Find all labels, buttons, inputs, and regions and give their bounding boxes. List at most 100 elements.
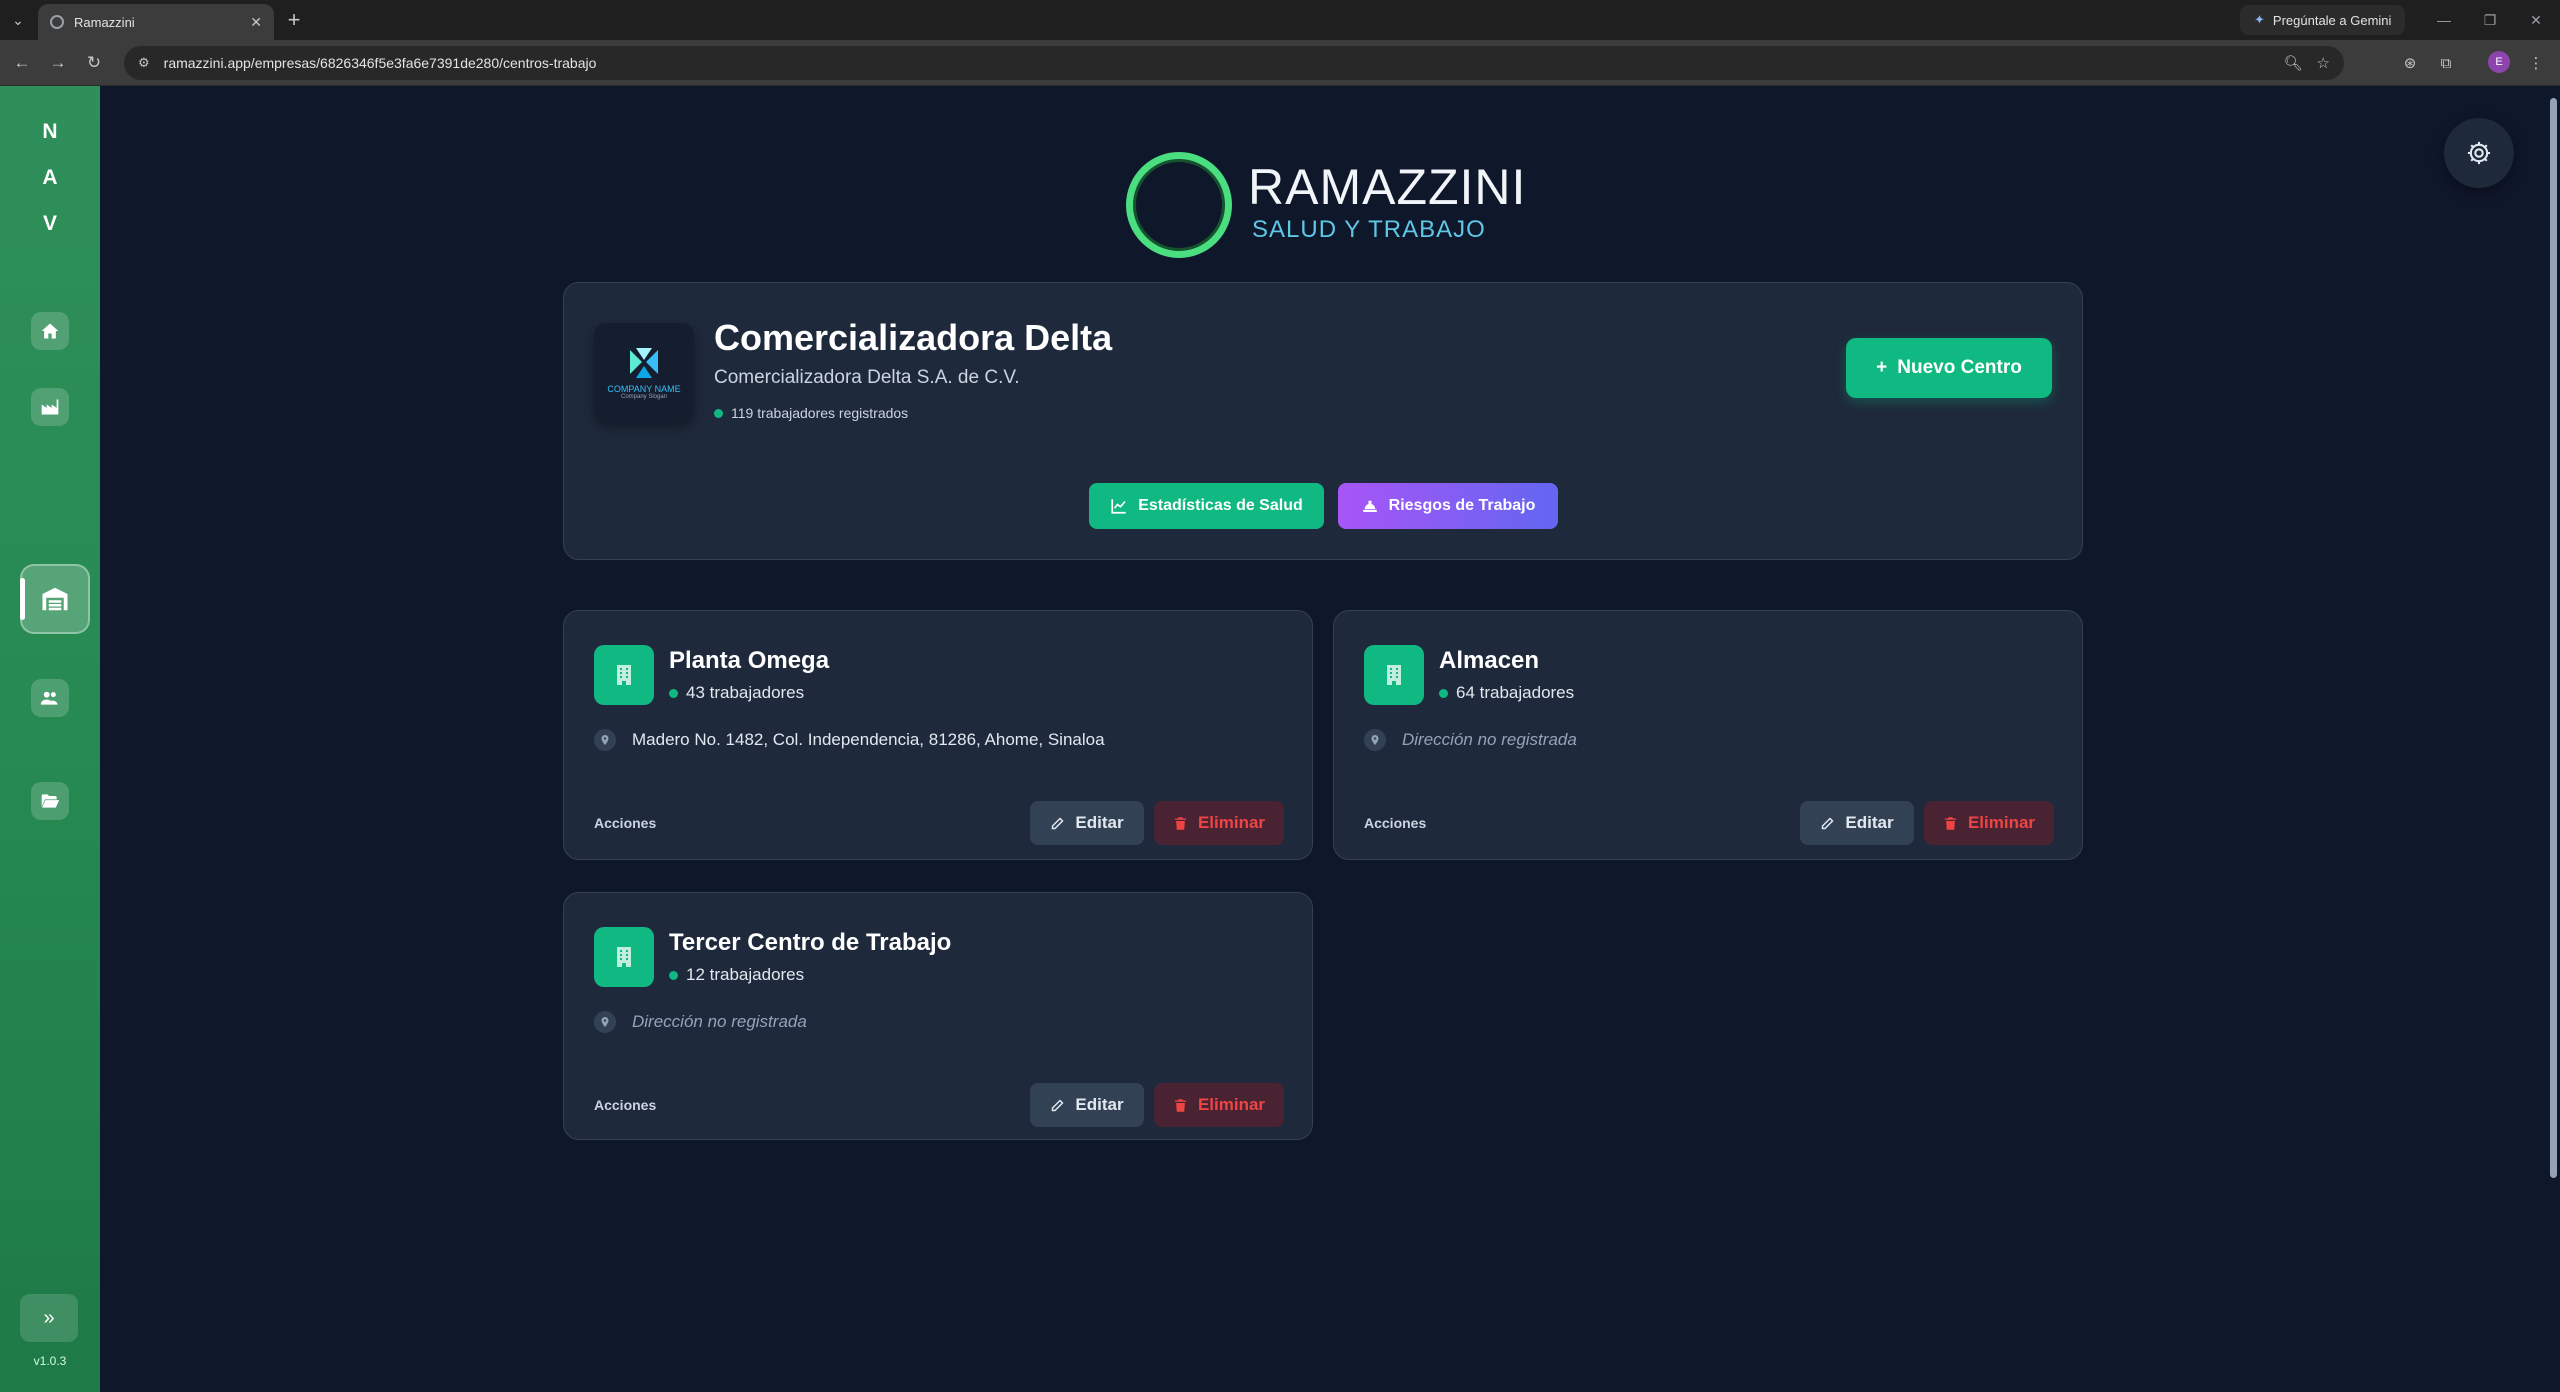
building-icon: [1387, 665, 1401, 685]
sidebar-expand-button[interactable]: »: [20, 1294, 78, 1342]
center-workers-text: 64 trabajadores: [1456, 683, 1575, 702]
center-address: Madero No. 1482, Col. Independencia, 812…: [594, 729, 1105, 751]
delete-button[interactable]: Eliminar: [1154, 1083, 1284, 1127]
address-bar[interactable]: ⚙ ramazzini.app/empresas/6826346f5e3fa6e…: [124, 46, 2344, 80]
close-window-icon[interactable]: ✕: [2518, 6, 2554, 34]
scrollbar-thumb[interactable]: [2550, 98, 2557, 1178]
delete-button[interactable]: Eliminar: [1924, 801, 2054, 845]
back-icon[interactable]: ←: [8, 49, 36, 77]
forward-icon[interactable]: →: [44, 49, 72, 77]
browser-tab[interactable]: Ramazzini ✕: [38, 4, 274, 40]
restore-icon[interactable]: ❐: [2472, 6, 2508, 34]
company-logo-slogan: Company Slogan: [620, 394, 668, 400]
edit-icon: [1052, 816, 1064, 829]
center-address: Dirección no registrada: [594, 1011, 807, 1033]
center-name: Planta Omega: [669, 647, 830, 674]
new-tab-button[interactable]: +: [280, 6, 308, 34]
map-pin-icon: [594, 1011, 616, 1033]
zoom-icon[interactable]: 🔍︎: [2284, 54, 2303, 72]
edit-label: Editar: [1075, 1095, 1124, 1114]
tab-close-icon[interactable]: ✕: [250, 14, 262, 31]
building-icon: [617, 947, 631, 967]
map-pin-icon: [594, 729, 616, 751]
work-risks-button[interactable]: Riesgos de Trabajo: [1338, 483, 1558, 529]
edit-label: Editar: [1075, 813, 1124, 832]
status-dot: [714, 408, 723, 418]
actions-label: Acciones: [1364, 815, 1427, 831]
warehouse-icon: [42, 587, 68, 611]
edit-icon: [1822, 816, 1834, 829]
gemini-button[interactable]: ✦ Pregúntale a Gemini: [2240, 5, 2406, 35]
edit-button[interactable]: Editar: [1030, 1083, 1144, 1127]
company-legal-name: Comercializadora Delta S.A. de C.V.: [714, 367, 1020, 388]
gemini-sparkle-icon: ✦: [2254, 12, 2265, 27]
status-dot: [669, 970, 678, 980]
browser-menu-icon[interactable]: ⋮: [2524, 51, 2548, 75]
delete-label: Eliminar: [1197, 813, 1266, 832]
sidebar-item-centros-trabajo[interactable]: [20, 564, 90, 634]
edit-button[interactable]: Editar: [1800, 801, 1914, 845]
industry-icon: [41, 399, 59, 415]
settings-button[interactable]: [2444, 118, 2514, 188]
sidebar-item-home[interactable]: [31, 312, 69, 350]
building-icon-box: [1364, 645, 1424, 705]
center-address-text: Dirección no registrada: [1402, 730, 1577, 749]
new-center-button[interactable]: + Nuevo Centro: [1846, 338, 2052, 398]
profile-avatar[interactable]: E: [2488, 51, 2510, 73]
company-logo: COMPANY NAME Company Slogan: [594, 323, 694, 423]
center-workers: 43 trabajadores: [669, 683, 804, 703]
site-info-icon[interactable]: ⚙: [138, 55, 150, 71]
center-address-text: Dirección no registrada: [632, 1012, 807, 1031]
center-workers-text: 43 trabajadores: [686, 683, 805, 702]
map-pin-icon: [1364, 729, 1386, 751]
page-scrollbar[interactable]: [2547, 86, 2560, 1392]
browser-toolbar: ← → ↻ ⚙ ramazzini.app/empresas/6826346f5…: [0, 40, 2560, 86]
health-stats-button[interactable]: Estadísticas de Salud: [1089, 483, 1324, 529]
building-icon: [617, 665, 631, 685]
delete-label: Eliminar: [1967, 813, 2036, 832]
work-center-card: Tercer Centro de Trabajo 12 trabajadores…: [563, 892, 1313, 1140]
company-name: Comercializadora Delta: [714, 317, 1113, 358]
company-card: COMPANY NAME Company Slogan Comercializa…: [563, 282, 2083, 560]
center-name: Almacen: [1439, 647, 1540, 674]
actions-label: Acciones: [594, 1097, 657, 1113]
edit-button[interactable]: Editar: [1030, 801, 1144, 845]
app-version: v1.0.3: [33, 1354, 67, 1368]
extension-icon[interactable]: ⊛: [2398, 51, 2422, 75]
trash-icon: [1944, 816, 1957, 830]
chart-line-icon: [1111, 499, 1126, 514]
reload-icon[interactable]: ↻: [80, 49, 108, 77]
new-center-label: Nuevo Centro: [1897, 357, 2022, 378]
edit-icon: [1052, 1098, 1064, 1111]
sidebar-item-expedientes[interactable]: [31, 782, 69, 820]
company-logo-name: COMPANY NAME: [607, 384, 681, 394]
minimize-icon[interactable]: —: [2426, 6, 2462, 34]
trash-icon: [1174, 1098, 1187, 1112]
home-icon: [41, 323, 59, 339]
center-name: Tercer Centro de Trabajo: [669, 929, 952, 956]
nav-letter: V: [42, 212, 57, 235]
url-text[interactable]: ramazzini.app/empresas/6826346f5e3fa6e73…: [164, 55, 2270, 71]
extensions-puzzle-icon[interactable]: ⧉: [2434, 51, 2458, 75]
nav-letter: A: [42, 166, 58, 189]
work-risks-label: Riesgos de Trabajo: [1388, 497, 1536, 514]
bookmark-star-icon[interactable]: ☆: [2317, 54, 2330, 72]
actions-label: Acciones: [594, 815, 657, 831]
trash-icon: [1174, 816, 1187, 830]
nav-brand: N A V: [0, 120, 100, 236]
gear-icon: [2467, 141, 2491, 165]
company-logo-mark-icon: [630, 348, 658, 378]
chevron-double-right-icon: »: [43, 1306, 55, 1329]
tab-search-icon[interactable]: ⌄: [6, 8, 30, 32]
center-workers: 64 trabajadores: [1439, 683, 1574, 703]
health-stats-label: Estadísticas de Salud: [1138, 497, 1303, 514]
app-sidebar: N A V » v1.0.3: [0, 86, 100, 1392]
gemini-label: Pregúntale a Gemini: [2272, 12, 2392, 28]
sidebar-item-empresas[interactable]: [31, 388, 69, 426]
status-dot: [1439, 688, 1448, 698]
sidebar-item-trabajadores[interactable]: [31, 679, 69, 717]
center-workers-text: 12 trabajadores: [686, 965, 805, 984]
plus-icon: +: [1876, 357, 1888, 378]
delete-button[interactable]: Eliminar: [1154, 801, 1284, 845]
company-workers-text: 119 trabajadores registrados: [731, 405, 909, 421]
